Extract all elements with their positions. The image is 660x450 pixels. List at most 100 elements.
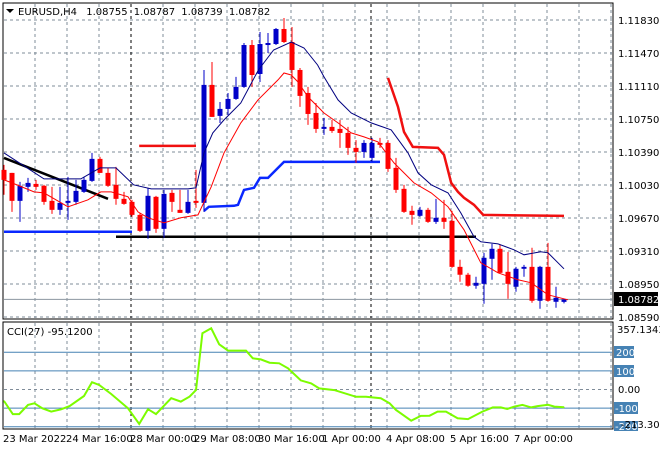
candle-body xyxy=(457,266,463,275)
candle-body xyxy=(1,169,7,180)
cci-point xyxy=(492,406,494,408)
cci-point xyxy=(127,407,129,409)
cci-point xyxy=(33,402,36,404)
candle-body xyxy=(361,142,367,152)
candle-body xyxy=(281,28,287,42)
time-tick-label: 23 Mar 2022 xyxy=(3,434,66,445)
time-tick-label: 1 Apr 00:00 xyxy=(322,434,381,445)
candle-body xyxy=(97,158,103,173)
price-tick-label: 1.09670 xyxy=(618,214,659,225)
candle-body xyxy=(113,184,119,199)
cci-point xyxy=(537,405,539,407)
cci-point xyxy=(91,381,93,383)
candle-body xyxy=(25,182,31,187)
cci-point xyxy=(500,406,502,408)
cci-point xyxy=(300,379,302,381)
candle-body xyxy=(49,200,55,210)
candle-body xyxy=(353,147,359,152)
price-tick-label: 1.08950 xyxy=(618,280,659,291)
cci-point xyxy=(429,415,431,417)
candle-body xyxy=(129,201,135,215)
bear-candle xyxy=(41,184,47,205)
candle-body xyxy=(481,257,487,284)
candle-body xyxy=(561,299,567,302)
candle-body xyxy=(105,172,111,186)
candle-body xyxy=(409,210,415,215)
cci-point xyxy=(3,400,5,402)
high-price: 1.08787 xyxy=(134,7,175,18)
candle-body xyxy=(225,98,231,109)
bear-candle xyxy=(97,156,103,173)
cci-point xyxy=(365,396,367,398)
candle-body xyxy=(321,126,327,129)
bear-candle xyxy=(153,195,159,233)
time-tick-label: 5 Apr 16:00 xyxy=(450,434,509,445)
bear-candle xyxy=(465,272,471,287)
symbol-timeframe: EURUSD,H4 xyxy=(18,7,77,18)
cci-min-label: -213.3029 xyxy=(621,420,660,431)
price-tick-label: 1.08590 xyxy=(618,313,659,324)
cci-point xyxy=(195,389,197,391)
cci-point xyxy=(269,362,271,364)
candle-body xyxy=(233,86,239,99)
price-tick-label: 1.10030 xyxy=(618,181,659,192)
cci-point xyxy=(147,408,149,410)
candle-body xyxy=(273,28,279,45)
bear-candle xyxy=(385,140,391,172)
level-label-minus100: -100 xyxy=(615,404,638,415)
candle-body xyxy=(489,248,495,259)
candle-body xyxy=(425,209,431,222)
cci-point xyxy=(50,411,52,413)
candle-body xyxy=(169,192,175,202)
close-price: 1.08782 xyxy=(229,7,270,18)
cci-point xyxy=(98,384,100,386)
cci-point xyxy=(18,413,20,415)
candle-body xyxy=(17,185,23,201)
candle-body xyxy=(33,183,39,187)
cci-point xyxy=(138,423,140,425)
cci-point xyxy=(252,357,254,359)
cci-point xyxy=(457,417,459,419)
cci-point xyxy=(310,382,312,384)
candle-body xyxy=(137,214,143,231)
bull-candle xyxy=(201,69,207,212)
candle-body xyxy=(441,217,447,222)
candle-body xyxy=(465,274,471,286)
cci-point xyxy=(563,406,565,408)
candle-body xyxy=(289,42,295,70)
cci-point xyxy=(155,413,157,415)
cci-point xyxy=(180,400,182,403)
candle-body xyxy=(369,142,375,158)
cci-point xyxy=(260,358,262,360)
cci-point xyxy=(547,404,549,406)
price-tick-label: 1.10390 xyxy=(618,148,659,159)
price-tick-label: 1.11470 xyxy=(618,49,659,60)
cci-point xyxy=(27,404,29,406)
bear-candle xyxy=(425,207,431,223)
candle-body xyxy=(249,45,255,75)
low-price: 1.08739 xyxy=(181,7,222,18)
candle-body xyxy=(201,84,207,203)
cci-point xyxy=(380,397,382,399)
candle-body xyxy=(505,271,511,284)
cci-point xyxy=(12,413,14,415)
candle-body xyxy=(145,195,151,231)
candle-body xyxy=(417,209,423,216)
candle-body xyxy=(345,132,351,148)
cci-point xyxy=(170,397,172,399)
candle-body xyxy=(537,266,543,301)
level-label-200: 200 xyxy=(616,348,635,359)
cci-point xyxy=(110,393,112,395)
candle-body xyxy=(337,128,343,133)
price-tick-label: 1.09310 xyxy=(618,247,659,258)
cci-point xyxy=(333,389,335,391)
time-tick-label: 30 Mar 16:00 xyxy=(258,434,325,445)
candle-body xyxy=(65,200,71,203)
cci-point xyxy=(41,407,44,409)
bear-candle xyxy=(137,212,143,232)
candle-body xyxy=(177,209,183,213)
candle-body xyxy=(401,188,407,212)
trading-chart[interactable]: EURUSD,H4 1.08755 1.08787 1.08739 1.0878… xyxy=(0,0,660,450)
cci-point xyxy=(210,327,212,329)
cci-point xyxy=(521,404,524,406)
